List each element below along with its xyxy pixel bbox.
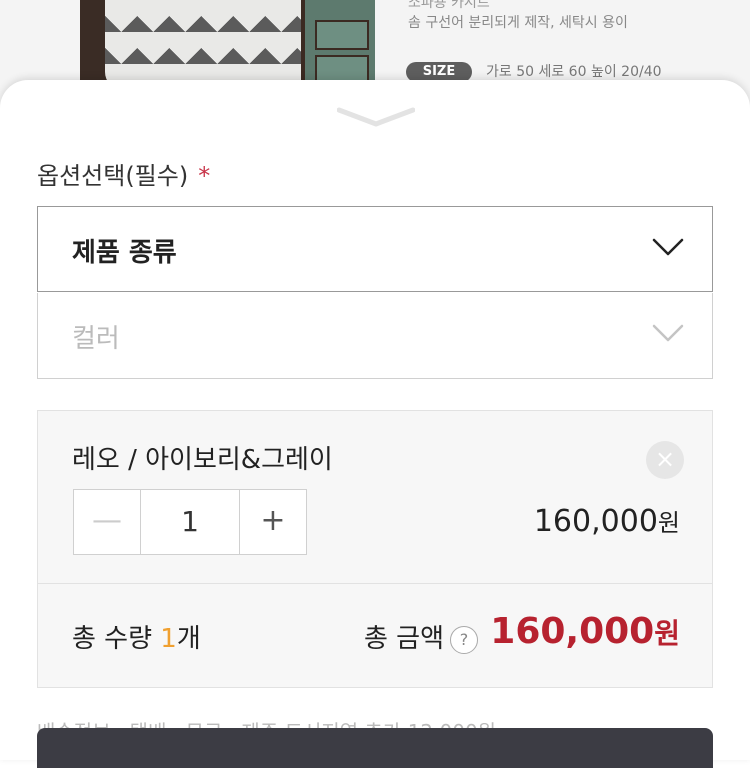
plus-icon: + [260, 503, 286, 538]
product-type-select[interactable]: 제품 종류 [37, 206, 713, 292]
minus-icon: — [92, 503, 122, 538]
color-select[interactable]: 컬러 [37, 293, 713, 379]
option-bottom-sheet: 옵션선택(필수) * 제품 종류 컬러 레오 / 아이보리&그레이 × — 1 +… [0, 80, 750, 768]
total-quantity: 총 수량 1개 [72, 618, 201, 655]
option-select-title-text: 옵션선택(필수) [37, 162, 189, 190]
increase-quantity-button[interactable]: + [239, 490, 306, 554]
close-icon: × [654, 445, 676, 473]
description-line-1: 소파용 카시트 [408, 0, 490, 11]
remove-option-button[interactable]: × [646, 441, 684, 479]
option-price-currency: 원 [657, 509, 680, 537]
size-badge: SIZE [406, 62, 472, 82]
total-amount-currency: 원 [654, 617, 680, 650]
total-amount-label: 총 금액 [363, 624, 444, 654]
sheet-collapse-handle-icon[interactable] [337, 106, 415, 128]
product-type-label: 제품 종류 [72, 238, 177, 268]
total-amount-value: 160,000 [490, 611, 655, 652]
purchase-action-bar[interactable] [37, 728, 713, 768]
total-amount: 160,000원 [490, 611, 680, 652]
size-dimensions: 가로 50 세로 60 높이 20/40 [486, 64, 662, 80]
help-icon[interactable]: ? [450, 625, 478, 654]
color-label: 컬러 [72, 324, 120, 354]
required-mark: * [198, 162, 211, 190]
total-quantity-value: 1 [160, 624, 177, 654]
quantity-value[interactable]: 1 [141, 490, 239, 554]
option-price-value: 160,000 [533, 504, 658, 539]
option-select-title: 옵션선택(필수) * [37, 156, 210, 191]
description-line-2: 솜 구선어 분리되게 제작, 세탁시 용이 [408, 15, 628, 31]
total-quantity-unit: 개 [176, 624, 201, 654]
total-amount-label-group: 총 금액? [364, 618, 478, 655]
chevron-down-icon [652, 238, 684, 256]
selected-option-name: 레오 / 아이보리&그레이 [72, 445, 333, 475]
chevron-down-icon [652, 324, 684, 342]
divider [38, 583, 712, 584]
selected-option-card: 레오 / 아이보리&그레이 × — 1 + 160,000원 총 수량 1개 총… [37, 410, 713, 688]
quantity-stepper: — 1 + [73, 489, 307, 555]
option-price: 160,000원 [534, 503, 680, 539]
decrease-quantity-button[interactable]: — [74, 490, 141, 554]
total-quantity-label: 총 수량 [72, 624, 161, 654]
